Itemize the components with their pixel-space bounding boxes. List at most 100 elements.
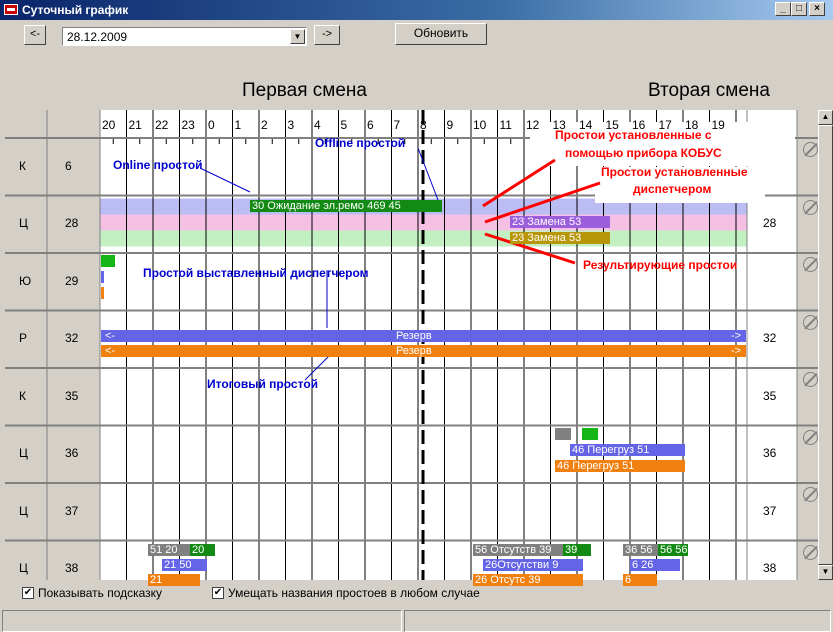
- row-type-label: Ц: [19, 561, 28, 576]
- hour-label: 5: [340, 118, 348, 132]
- minimize-button[interactable]: _: [775, 2, 791, 16]
- downtime-bar-green-2[interactable]: 39: [563, 543, 591, 556]
- downtime-bar-orange[interactable]: 46 Перегруз 51: [555, 459, 685, 472]
- downtime-bar-green[interactable]: [582, 427, 598, 440]
- downtime-bar-blue-1-label: 21 50: [164, 558, 192, 571]
- downtime-bar-orange-2-label: 26 Отсутс 39: [475, 573, 541, 586]
- downtime-bar-blue-2[interactable]: 26Отсутстви 9: [483, 558, 583, 571]
- reserve-arrow-left-blue: <-: [105, 329, 116, 342]
- date-select[interactable]: 28.12.2009 ▼: [62, 27, 307, 46]
- downtime-bar-blue-2-label: 26Отсутстви 9: [485, 558, 559, 571]
- cancel-icon-slash: [804, 257, 818, 272]
- vertical-scrollbar[interactable]: ▲ ▼: [818, 110, 833, 580]
- hour-label: 2: [261, 118, 268, 132]
- hour-label: 0: [208, 118, 215, 132]
- downtime-bar-green-1[interactable]: 20: [190, 543, 215, 556]
- downtime-bar-orange-1[interactable]: 21: [148, 573, 200, 586]
- row-right-number: 28: [763, 216, 777, 231]
- downtime-bar-gray-3[interactable]: 36 56: [623, 543, 658, 556]
- row-number-label: 29: [65, 273, 79, 288]
- show-hint-checkbox[interactable]: ✔: [22, 587, 34, 599]
- downtime-bar-main[interactable]: 30 Ожидание эл.ремо 469 45: [250, 199, 442, 212]
- downtime-bar-olive[interactable]: 23 Замена 53: [510, 231, 610, 244]
- hour-label: 3: [287, 118, 295, 132]
- refresh-button[interactable]: Обновить: [395, 23, 487, 45]
- downtime-bar-green-small[interactable]: [101, 255, 115, 267]
- scroll-thumb[interactable]: [818, 125, 833, 565]
- close-button[interactable]: ×: [809, 2, 825, 16]
- status-panel-right: [404, 610, 831, 632]
- row-right-number: 32: [763, 331, 777, 346]
- row-type-label: Ц: [19, 503, 28, 518]
- downtime-bar-gray-2-label: 56 Отсутств 39: [475, 543, 552, 556]
- downtime-bar-blue-3[interactable]: 6 26: [630, 558, 680, 571]
- hour-label: 12: [526, 118, 540, 132]
- annotation-final: Итоговый простой: [207, 377, 319, 391]
- prev-day-label: <-: [29, 28, 41, 40]
- downtime-bar-blue-label: 46 Перегруз 51: [572, 443, 650, 456]
- next-day-button[interactable]: ->: [314, 25, 340, 45]
- cancel-icon[interactable]: [803, 487, 818, 502]
- hour-label: 22: [155, 118, 169, 132]
- fit-names-label: Умещать названия простоев в любом случае: [228, 586, 480, 600]
- downtime-bar-blue-1[interactable]: 21 50: [162, 558, 207, 571]
- cancel-icon[interactable]: [803, 257, 818, 272]
- cancel-icon-slash: [804, 315, 818, 329]
- annotation-offline: Offline простой: [315, 136, 406, 150]
- downtime-bar-green-3[interactable]: 56 56: [658, 543, 688, 556]
- cancel-icon[interactable]: [803, 314, 818, 330]
- downtime-bar-gray-2[interactable]: 56 Отсутств 39: [473, 543, 563, 556]
- cancel-icon-slash: [804, 200, 818, 214]
- annotation-result: Результирующие простои: [583, 258, 738, 272]
- title-bar: Суточный график _ □ ×: [0, 0, 833, 20]
- downtime-bar-gray-1[interactable]: 51 20: [148, 543, 190, 556]
- row-type-label: Ц: [19, 216, 28, 231]
- annotation-set-by-disp: Простой выставленный диспетчером: [143, 266, 369, 280]
- app-icon: [4, 4, 18, 15]
- reserve-arrow-left-orange: <-: [105, 344, 116, 357]
- row-number-label: 35: [65, 388, 79, 403]
- hour-label: 21: [128, 118, 142, 132]
- cancel-icon[interactable]: [803, 199, 818, 215]
- downtime-bar-orange-thin[interactable]: [101, 287, 104, 299]
- hour-label: 6: [367, 118, 374, 132]
- row-number-label: 28: [65, 216, 79, 231]
- downtime-bar-orange-3[interactable]: 6: [623, 573, 657, 586]
- schedule-content: 20 21 22 23 0 1 2 3 4 5 6 7 8 9 10 11 12 13 14 15 16 17 18 19 К 6…: [5, 110, 828, 586]
- downtime-bar-blue-3-label: 6 26: [632, 558, 654, 571]
- reserve-bar-blue[interactable]: Резерв: [101, 329, 746, 342]
- prev-day-button[interactable]: <-: [24, 25, 46, 45]
- reserve-bar-orange[interactable]: Резерв: [101, 344, 746, 357]
- downtime-bar-main-label: 30 Ожидание эл.ремо 469 45: [252, 199, 401, 212]
- scroll-down-button[interactable]: ▼: [818, 565, 833, 580]
- row-right-number: 38: [763, 561, 777, 576]
- downtime-bar-blue-thin[interactable]: [101, 271, 104, 283]
- chevron-down-icon[interactable]: ▼: [290, 29, 305, 44]
- app-window: Суточный график _ □ × <- -> Обновить 28.…: [0, 0, 833, 632]
- downtime-bar-green-1-label: 20: [192, 543, 205, 556]
- row-type-label: К: [19, 158, 26, 173]
- refresh-label: Обновить: [413, 26, 469, 40]
- fit-names-checkbox[interactable]: ✔: [212, 587, 224, 599]
- downtime-bar-green-3-label: 56 56: [660, 543, 688, 556]
- maximize-button[interactable]: □: [791, 2, 807, 16]
- cancel-icon-slash: [804, 372, 818, 387]
- row-type-label: Ц: [19, 446, 28, 461]
- row-number-label: 32: [65, 331, 79, 346]
- downtime-bar-orange-label: 46 Перегруз 51: [557, 459, 635, 472]
- hour-label: 9: [446, 118, 454, 132]
- downtime-bar-gray-1-label: 51 20: [150, 543, 178, 556]
- hour-label: 23: [181, 118, 195, 132]
- cancel-icon[interactable]: [803, 429, 818, 445]
- second-shift-label: Вторая смена: [648, 80, 770, 101]
- cancel-icon[interactable]: [803, 142, 818, 157]
- cancel-icon[interactable]: [803, 544, 818, 560]
- downtime-bar-orange-2[interactable]: 26 Отсутс 39: [473, 573, 583, 586]
- downtime-bar-gray[interactable]: [555, 427, 571, 440]
- downtime-bar-blue[interactable]: 46 Перегруз 51: [570, 443, 685, 456]
- hour-label: 7: [393, 118, 401, 132]
- cancel-icon[interactable]: [803, 372, 818, 387]
- show-hint-label: Показывать подсказку: [38, 586, 163, 600]
- scroll-up-button[interactable]: ▲: [818, 110, 833, 125]
- downtime-bar-purple[interactable]: 23 Замена 53: [510, 215, 610, 228]
